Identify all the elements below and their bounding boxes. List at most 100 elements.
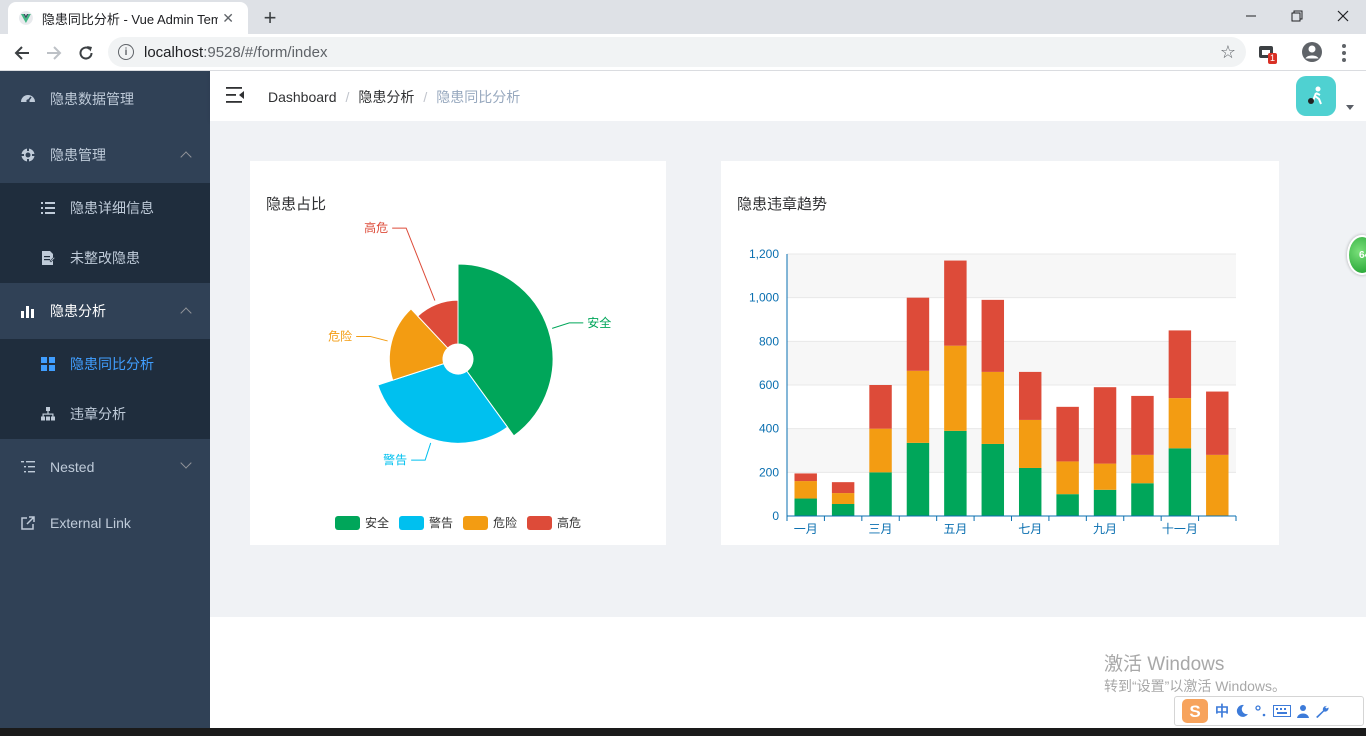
site-info-icon[interactable]: i [118,44,134,60]
breadcrumb-item[interactable]: Dashboard [268,89,337,105]
bar-segment [1056,494,1079,516]
bar-segment [1168,398,1192,449]
caret-down-icon[interactable] [1346,105,1354,110]
pie-chart-card: 隐患占比 安全 警告 危险 高危 安全 警告 危险 高危 [250,161,666,545]
avatar-figure-icon [1308,86,1322,105]
bar-segment [906,442,930,516]
bar-segment [1131,483,1154,516]
bar-segment [1018,467,1042,516]
x-tick-label: 七月 [1018,522,1042,536]
activation-watermark-title: 激活 Windows [1104,654,1225,675]
profile-icon[interactable] [1300,40,1324,64]
bar-chart-icon [20,303,36,319]
sidebar-item-label: 隐患管理 [50,147,106,163]
sidebar-item-hazard-analysis[interactable]: 隐患分析 [0,283,210,339]
bar-segment [1093,387,1117,464]
sogou-logo-icon: S [1182,699,1208,723]
bar-segment [869,472,892,516]
sidebar-item-hazard-management[interactable]: 隐患管理 [0,127,210,183]
bar-segment [1131,454,1154,484]
ime-mode-label[interactable]: 中 [1215,701,1229,721]
sidebar-item-label: Nested [50,459,95,475]
legend-swatch [527,516,552,530]
bar-segment [1093,463,1117,490]
browser-menu-icon[interactable] [1336,42,1352,64]
user-icon[interactable] [1297,704,1309,718]
y-tick-label: 400 [759,422,779,436]
y-tick-label: 0 [772,509,779,523]
pie-leader-line [411,442,432,461]
bar-chart-card: 隐患违章趋势 0 200 400 600 800 1,000 1,200 一月 三月 五月 七月 九月… [721,161,1279,545]
sidebar-item-nested[interactable]: Nested [0,439,210,495]
sidebar-item-yoy-analysis[interactable]: 隐患同比分析 [0,339,210,389]
external-link-icon [20,515,36,531]
bar-segment [1093,489,1117,516]
tab-strip: 隐患同比分析 - Vue Admin Template ✕ + [0,0,1366,34]
gear-icon [20,147,36,163]
browser-tab[interactable]: 隐患同比分析 - Vue Admin Template ✕ [8,2,248,34]
bar-segment [981,299,1005,372]
back-button[interactable] [8,39,36,67]
bar-segment [1168,330,1192,399]
sidebar-item-label: 隐患分析 [50,303,106,319]
pie-label: 高危 [364,220,388,235]
x-tick-label: 九月 [1093,522,1117,536]
grid-band [787,254,1236,298]
hamburger-icon[interactable] [226,87,244,103]
y-tick-label: 1,000 [749,291,779,305]
ime-toolbar[interactable]: S 中 [1174,696,1364,726]
reload-button[interactable] [72,39,100,67]
bar-segment [1206,454,1229,516]
breadcrumb: Dashboard / 隐患分析 / 隐患同比分析 [268,87,520,107]
bar-segment [794,473,817,482]
sidebar-item-violation-analysis[interactable]: 违章分析 [0,389,210,439]
bar-segment [794,481,817,499]
bar-segment [1018,419,1042,468]
sidebar-item-external-link[interactable]: External Link [0,495,210,551]
x-tick-label: 一月 [794,522,818,536]
sidebar-item-label: External Link [50,515,131,531]
sidebar-item-unrectified[interactable]: 未整改隐患 [0,233,210,283]
sidebar-item-label: 隐患数据管理 [50,91,134,107]
bar-segment [944,260,967,346]
bar-segment [906,370,930,443]
bar-segment [981,371,1005,444]
address-bar[interactable]: i localhost:9528/#/form/index ☆ [108,37,1246,67]
bar-segment [1206,391,1229,455]
forward-button[interactable] [40,39,68,67]
moon-icon[interactable] [1235,704,1249,718]
legend-swatch [463,516,488,530]
breadcrumb-separator: / [345,89,350,105]
breadcrumb-separator: / [423,89,428,105]
minimize-button[interactable] [1228,0,1274,32]
punctuation-icon[interactable] [1255,704,1267,718]
sidebar-item-hazard-details[interactable]: 隐患详细信息 [0,183,210,233]
extension-badge: 1 [1268,53,1278,64]
bookmark-star-icon[interactable]: ☆ [1220,42,1236,63]
keyboard-icon[interactable] [1273,704,1291,718]
bar-segment [831,493,855,504]
vue-logo-icon [18,11,33,25]
pie-chart: 安全警告危险高危安全 警告 危险 高危 [328,220,611,530]
grid-icon [40,356,56,372]
new-tab-button[interactable]: + [258,5,282,30]
y-tick-label: 800 [759,334,779,348]
close-tab-icon[interactable]: ✕ [218,8,238,28]
browser-toolbar: i localhost:9528/#/form/index ☆ 1 [0,34,1366,71]
arrow-right-icon [47,46,62,60]
legend-label: 危险 [493,515,517,530]
bar-segment [869,428,892,473]
restore-icon [1291,10,1303,22]
sidebar-item-label: 隐患详细信息 [70,200,154,216]
tab-title: 隐患同比分析 - Vue Admin Template [41,11,219,27]
breadcrumb-item[interactable]: 隐患分析 [358,87,414,107]
bar-segment [1168,448,1192,516]
wrench-icon[interactable] [1315,704,1329,718]
restore-button[interactable] [1274,0,1320,32]
windows-taskbar [0,728,1366,736]
close-window-button[interactable] [1320,0,1366,32]
sidebar: 隐患数据管理 隐患管理 隐患详细信息 未整改隐患 隐患分析 隐患同比分析 违章分… [0,71,210,736]
avatar[interactable] [1296,76,1336,116]
pie-label: 警告 [383,452,407,467]
sidebar-item-hazard-data[interactable]: 隐患数据管理 [0,71,210,127]
